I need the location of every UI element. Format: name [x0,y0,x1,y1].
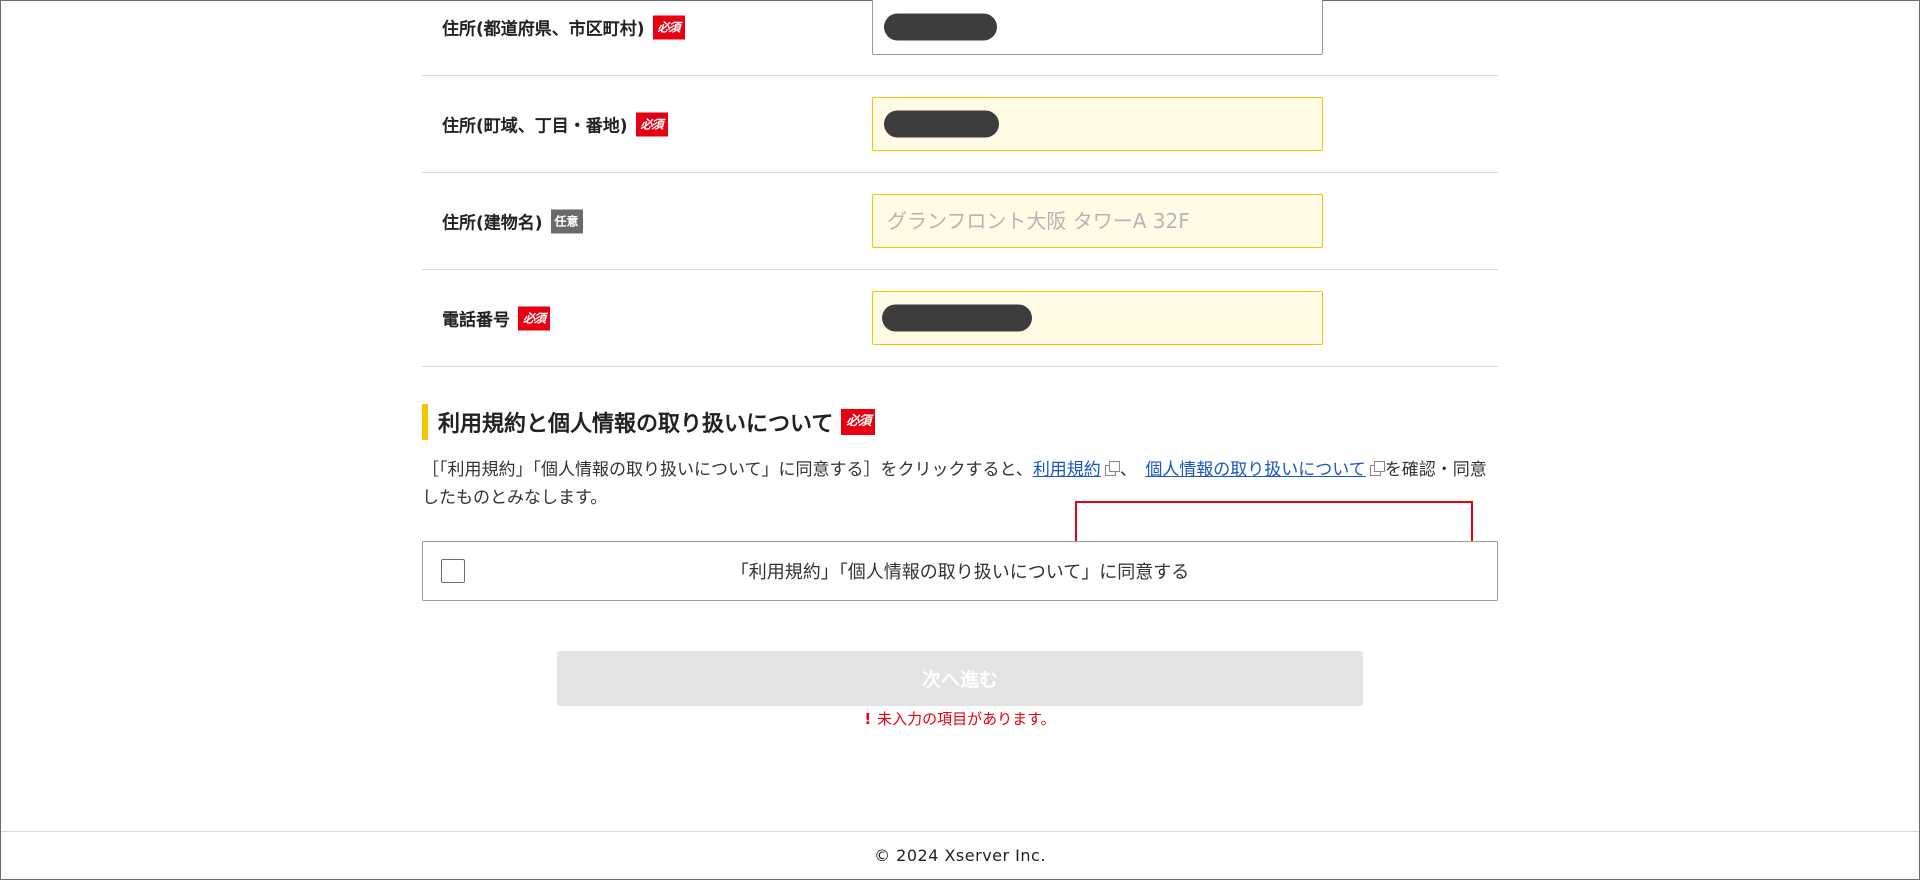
phone-label: 電話番号 必須 [442,306,551,331]
terms-heading-text: 利用規約と個人情報の取り扱いについて [438,412,834,437]
required-badge: 必須 [635,112,668,136]
form-row-building: 住所(建物名) 任意 [422,173,1498,270]
consent-text: ［「利用規約」「個人情報の取り扱いについて」に同意する］をクリックすると、利用規… [422,456,1498,551]
row-label-text: 住所(建物名) [442,213,543,234]
row-label-text: 住所(都道府県、市区町村) [442,19,645,40]
street-input[interactable] [872,97,1323,151]
agree-checkbox-row[interactable]: 「利用規約」「個人情報の取り扱いについて」に同意する [422,541,1498,601]
form-row-street: 住所(町域、丁目・番地) 必須 [422,76,1498,173]
row-label-text: 電話番号 [442,310,510,331]
privacy-link[interactable]: 個人情報の取り扱いについて [1145,460,1366,480]
street-label: 住所(町域、丁目・番地) 必須 [442,112,668,137]
copyright-text: © 2024 Xserver Inc. [874,846,1046,865]
external-window-icon [1104,460,1120,476]
validation-error: ! 未入力の項目があります。 [0,708,1920,729]
prefecture-city-label: 住所(都道府県、市区町村) 必須 [442,15,685,40]
terms-section: 利用規約と個人情報の取り扱いについて 必須 ［「利用規約」「個人情報の取り扱いに… [422,404,1498,551]
required-badge: 必須 [841,409,876,435]
terms-link[interactable]: 利用規約 [1033,460,1101,480]
optional-badge: 任意 [550,209,583,233]
link-separator: 、 [1119,460,1129,480]
prefecture-city-input[interactable] [872,0,1323,55]
required-badge: 必須 [652,15,685,39]
agree-checkbox-label: 「利用規約」「個人情報の取り扱いについて」に同意する [730,562,1190,583]
terms-heading: 利用規約と個人情報の取り扱いについて 必須 [422,404,1498,440]
building-input[interactable] [872,194,1323,248]
form-row-prefecture-city: 住所(都道府県、市区町村) 必須 [422,0,1498,76]
exclamation-icon: ! [864,710,872,728]
agree-checkbox[interactable] [441,559,465,583]
form-row-phone: 電話番号 必須 [422,270,1498,367]
building-label: 住所(建物名) 任意 [442,209,583,234]
next-button[interactable]: 次へ進む [557,651,1363,706]
row-label-text: 住所(町域、丁目・番地) [442,116,628,137]
page-footer: © 2024 Xserver Inc. [1,831,1919,880]
address-form: 住所(都道府県、市区町村) 必須 住所(町域、丁目・番地) 必須 住所(建物名)… [422,0,1498,367]
external-window-icon [1369,460,1385,476]
consent-text-before: ［「利用規約」「個人情報の取り扱いについて」に同意する］をクリックすると、 [422,460,1033,480]
error-text: 未入力の項目があります。 [877,710,1056,728]
phone-input[interactable] [872,291,1323,345]
required-badge: 必須 [518,306,551,330]
